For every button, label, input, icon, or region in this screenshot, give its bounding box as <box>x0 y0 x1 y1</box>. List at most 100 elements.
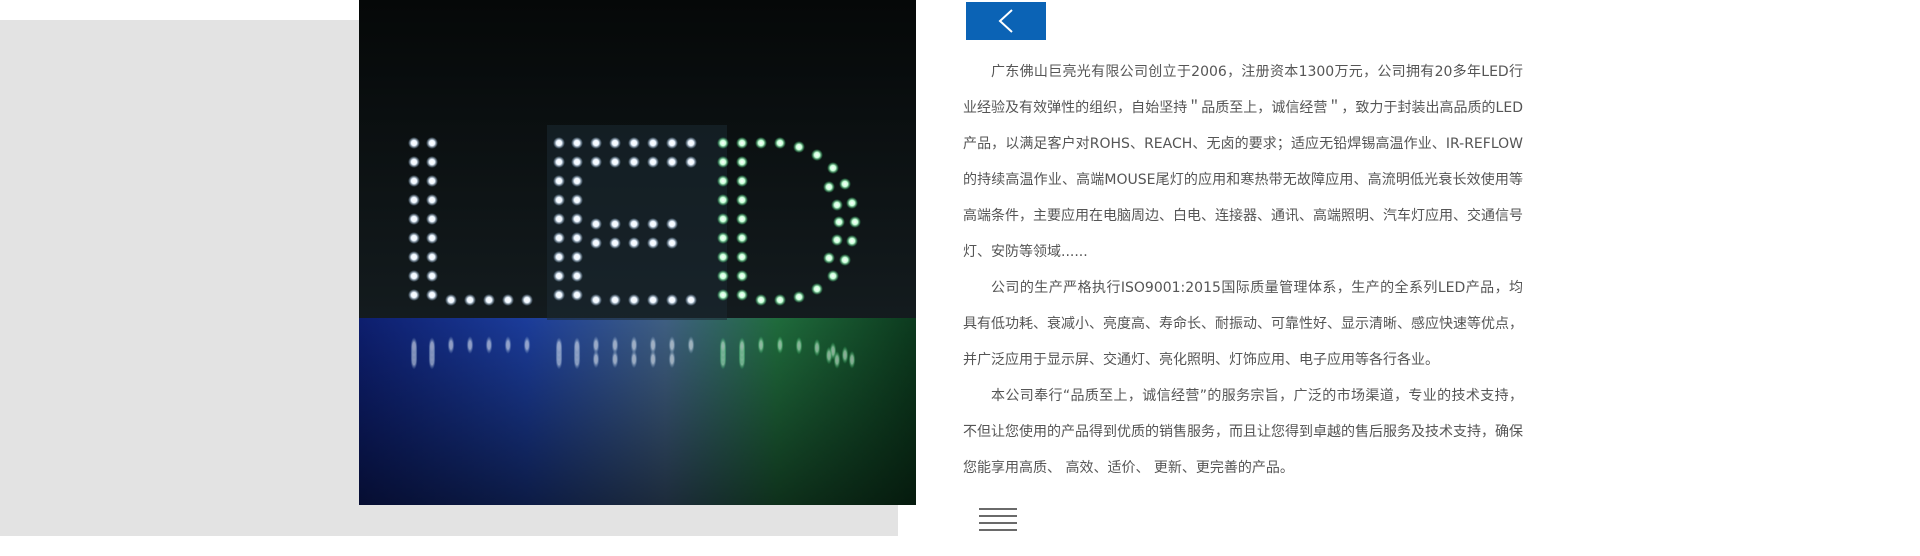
led-dot <box>426 289 438 301</box>
led-dot <box>408 213 420 225</box>
led-dot <box>426 175 438 187</box>
led-dot <box>647 218 659 230</box>
led-dot <box>666 218 678 230</box>
led-reflection <box>485 336 493 354</box>
led-dot <box>793 141 805 153</box>
led-dot <box>827 270 839 282</box>
led-dot <box>647 156 659 168</box>
company-intro: 广东佛山巨亮光有限公司创立于2006，注册资本1300万元，公司拥有20多年LE… <box>963 54 1523 486</box>
led-reflection <box>523 336 531 354</box>
led-dot <box>774 137 786 149</box>
led-reflection <box>757 336 765 354</box>
led-dot <box>736 232 748 244</box>
led-dot <box>717 175 729 187</box>
led-reflection <box>611 350 619 369</box>
led-dot <box>426 156 438 168</box>
led-reflection <box>833 351 841 369</box>
led-dot <box>736 175 748 187</box>
led-dot <box>717 213 729 225</box>
led-dot <box>609 156 621 168</box>
led-dot <box>823 181 835 193</box>
led-dot <box>736 289 748 301</box>
led-dot <box>793 291 805 303</box>
led-dot <box>666 156 678 168</box>
led-dot <box>823 252 835 264</box>
led-dot <box>831 234 843 246</box>
menu-button[interactable] <box>975 504 1021 534</box>
led-dot <box>609 294 621 306</box>
led-dot <box>553 156 565 168</box>
led-dot <box>571 156 583 168</box>
led-dot <box>553 194 565 206</box>
led-dot <box>685 156 697 168</box>
menu-icon-bar <box>979 529 1017 531</box>
led-dot <box>571 137 583 149</box>
led-dot <box>553 213 565 225</box>
back-button[interactable] <box>966 2 1046 40</box>
intro-paragraph-3: 本公司奉行“品质至上，诚信经营”的服务宗旨，广泛的市场渠道，专业的技术支持，不但… <box>963 388 1523 476</box>
hamburger-menu-icon <box>979 508 1017 510</box>
led-dot <box>590 237 602 249</box>
led-dot <box>553 251 565 263</box>
led-dot <box>408 137 420 149</box>
led-reflection <box>466 336 474 354</box>
led-dot <box>755 294 767 306</box>
led-dot <box>571 213 583 225</box>
led-dot <box>717 270 729 282</box>
menu-icon-bar <box>979 515 1017 517</box>
led-dot <box>736 137 748 149</box>
led-dot <box>553 232 565 244</box>
led-dot <box>846 235 858 247</box>
led-dot <box>833 216 845 228</box>
led-dot <box>571 194 583 206</box>
led-dot <box>502 294 514 306</box>
led-dot <box>717 232 729 244</box>
led-dot <box>408 270 420 282</box>
led-dot <box>426 251 438 263</box>
led-dot <box>831 199 843 211</box>
led-reflection <box>592 350 600 369</box>
led-dot <box>717 289 729 301</box>
intro-paragraph-1: 广东佛山巨亮光有限公司创立于2006，注册资本1300万元，公司拥有20多年LE… <box>963 64 1523 260</box>
led-dot <box>849 216 861 228</box>
led-dot <box>590 218 602 230</box>
led-dot <box>717 194 729 206</box>
led-reflection <box>649 350 657 369</box>
led-dot <box>553 175 565 187</box>
led-reflection <box>630 350 638 369</box>
led-dot <box>827 162 839 174</box>
chevron-left-icon <box>998 9 1013 33</box>
led-dot <box>647 237 659 249</box>
intro-paragraph-2: 公司的生产严格执行ISO9001:2015国际质量管理体系，生产的全系列LED产… <box>963 280 1523 368</box>
led-dot <box>666 237 678 249</box>
led-dot <box>811 283 823 295</box>
led-dot <box>553 270 565 282</box>
led-reflection <box>555 337 563 356</box>
led-dot <box>483 294 495 306</box>
led-sign-graphic <box>359 0 916 505</box>
led-dot <box>839 178 851 190</box>
led-dot <box>717 251 729 263</box>
led-reflection <box>504 336 512 354</box>
led-dot <box>717 156 729 168</box>
led-dot <box>736 156 748 168</box>
led-dot <box>571 251 583 263</box>
led-dot <box>628 156 640 168</box>
led-dot <box>846 197 858 209</box>
led-dot <box>426 213 438 225</box>
led-dot <box>736 251 748 263</box>
led-dot <box>685 294 697 306</box>
menu-icon-bar <box>979 522 1017 524</box>
led-dot <box>736 194 748 206</box>
led-dot <box>666 294 678 306</box>
led-dot <box>774 294 786 306</box>
led-reflection <box>795 336 803 355</box>
led-dot <box>736 213 748 225</box>
led-reflection <box>687 336 695 354</box>
led-dot <box>609 237 621 249</box>
led-reflection <box>668 350 676 369</box>
led-dot <box>609 218 621 230</box>
led-dot <box>717 137 729 149</box>
led-dot <box>553 137 565 149</box>
led-dot <box>408 194 420 206</box>
